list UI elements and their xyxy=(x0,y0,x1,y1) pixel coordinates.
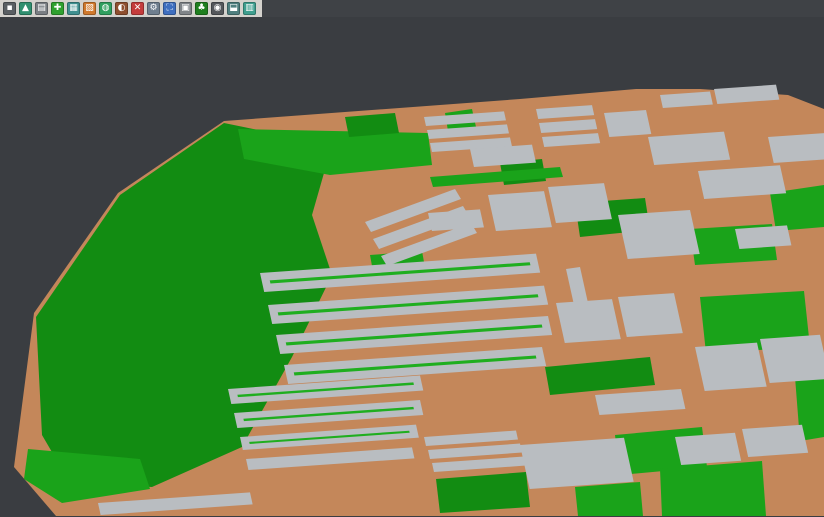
vegetation-patch xyxy=(660,461,766,516)
building-roof xyxy=(428,209,484,231)
measure-icon[interactable]: ✕ xyxy=(131,2,144,15)
vegetation-patch xyxy=(345,113,399,137)
vegetation-patch xyxy=(575,482,643,516)
grid-icon[interactable]: ▦ xyxy=(67,2,80,15)
building-roof xyxy=(695,343,767,391)
camera-icon[interactable]: ◉ xyxy=(211,2,224,15)
building-roof xyxy=(548,183,612,223)
terrain-icon[interactable]: ▲ xyxy=(19,2,32,15)
forest-icon[interactable]: ♣ xyxy=(195,2,208,15)
building-roof xyxy=(618,293,683,337)
toolbar-icons: ▪▲▤✚▦▧◍◐✕⚙⛶▣♣◉⬓▥ xyxy=(0,0,262,18)
vegetation-icon[interactable]: ✚ xyxy=(51,2,64,15)
app-window: ▪▲▤✚▦▧◍◐✕⚙⛶▣♣◉⬓▥ xyxy=(0,0,824,517)
building-roof xyxy=(618,210,700,259)
pointer-icon[interactable]: ▪ xyxy=(3,2,16,15)
building-roof xyxy=(742,425,808,457)
gear-icon[interactable]: ⚙ xyxy=(147,2,160,15)
building-roof xyxy=(735,225,791,249)
building-roof xyxy=(604,110,651,137)
layers-icon[interactable]: ▤ xyxy=(35,2,48,15)
globe-icon[interactable]: ◍ xyxy=(99,2,112,15)
classify-icon[interactable]: ▧ xyxy=(83,2,96,15)
snapshot-icon[interactable]: ▣ xyxy=(179,2,192,15)
point-cloud-scene xyxy=(0,17,824,517)
building-roof xyxy=(556,299,621,343)
building-roof xyxy=(648,132,730,165)
building-roof xyxy=(698,165,786,199)
building-roof xyxy=(768,133,824,163)
building-roof xyxy=(760,335,824,383)
export-icon[interactable]: ⬓ xyxy=(227,2,240,15)
palette-icon[interactable]: ◐ xyxy=(115,2,128,15)
building-roof xyxy=(675,433,741,465)
vegetation-patch xyxy=(436,472,530,513)
building-roof xyxy=(488,191,552,231)
building-roof xyxy=(520,438,634,489)
stats-icon[interactable]: ▥ xyxy=(243,2,256,15)
toolbar: ▪▲▤✚▦▧◍◐✕⚙⛶▣♣◉⬓▥ xyxy=(0,0,824,17)
crop-icon[interactable]: ⛶ xyxy=(163,2,176,15)
3d-viewport[interactable] xyxy=(0,17,824,517)
